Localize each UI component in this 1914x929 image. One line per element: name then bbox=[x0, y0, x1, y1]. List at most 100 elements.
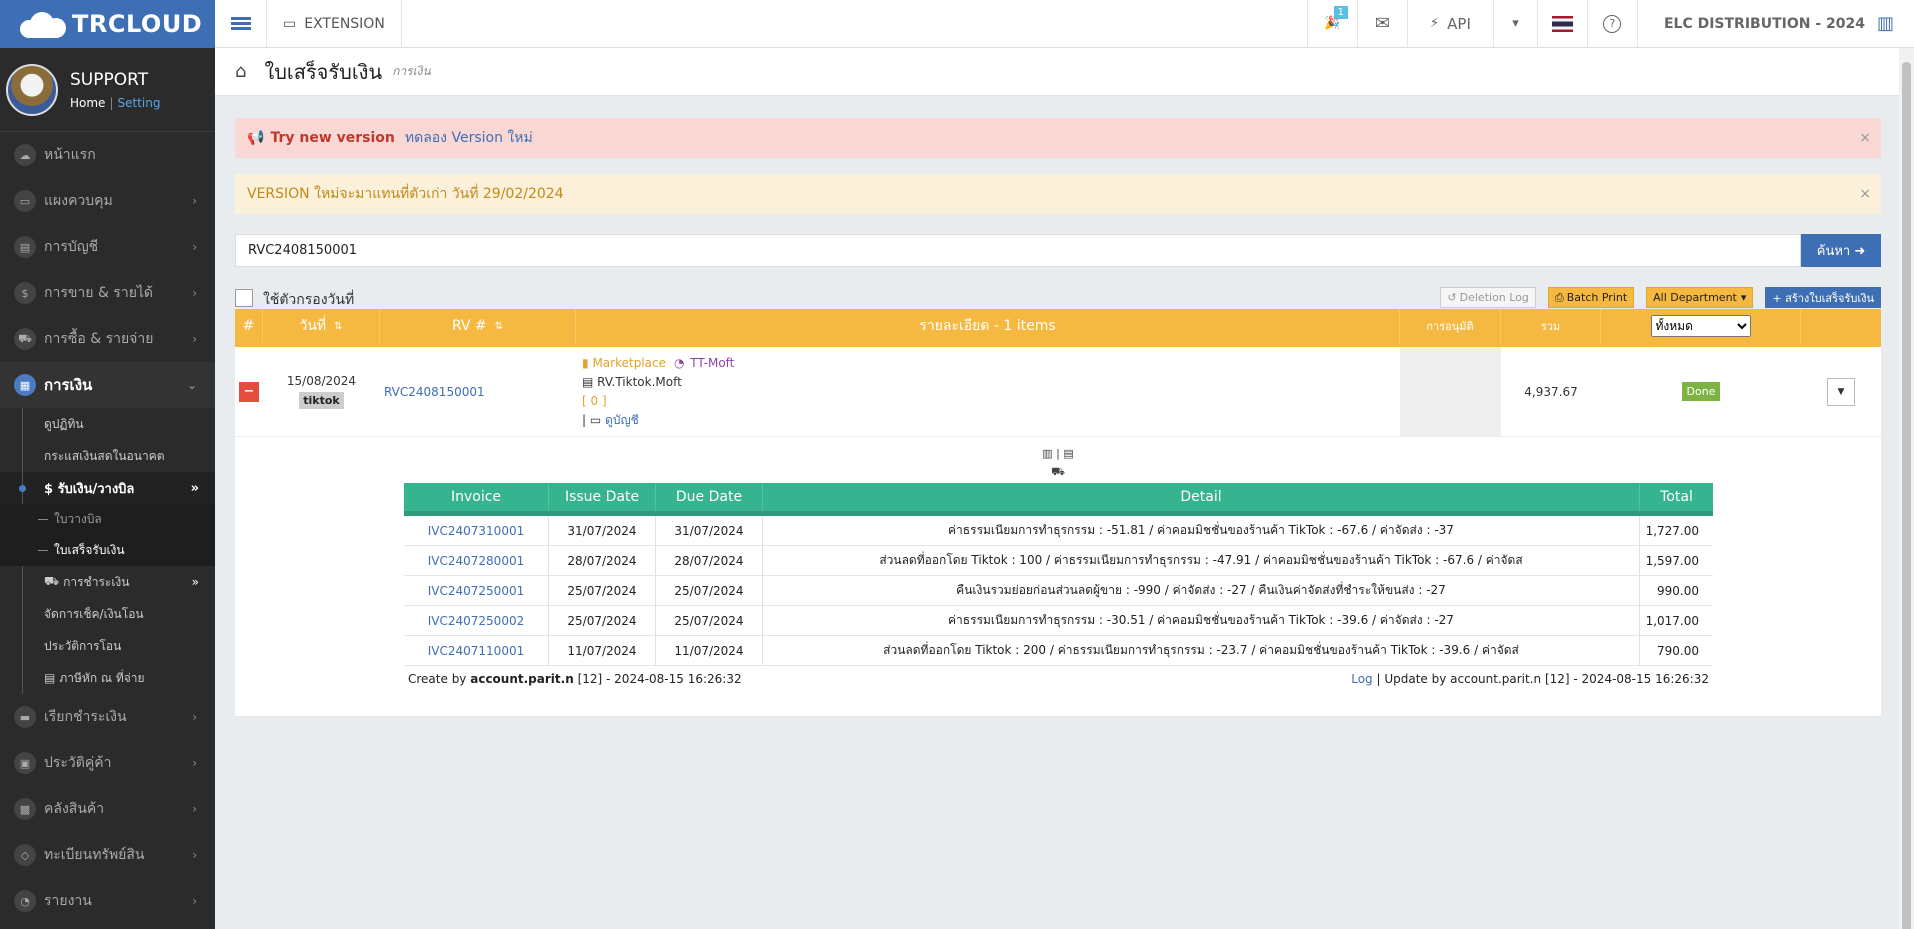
cart-icon: ⛟ bbox=[44, 574, 60, 588]
invoice-link[interactable]: IVC2407250001 bbox=[428, 584, 524, 598]
invoice-link[interactable]: IVC2407280001 bbox=[428, 554, 524, 568]
search-bar: ค้นหา ➜ bbox=[235, 234, 1881, 267]
hamburger-menu-icon[interactable] bbox=[215, 0, 267, 48]
col-filter: ทั้งหมด bbox=[1601, 309, 1801, 343]
vertical-scrollbar[interactable] bbox=[1899, 48, 1914, 929]
col-date[interactable]: วันที่ ⇅ bbox=[263, 309, 380, 343]
sidebar-sub-receive[interactable]: $ รับเงิน/วางบิล » bbox=[0, 472, 215, 504]
sidebar-subsub-label: ใบวางบิล bbox=[54, 512, 102, 526]
col-total: Total bbox=[1660, 489, 1693, 505]
document-icon[interactable]: ▤ bbox=[1063, 447, 1073, 460]
issue-date: 25/07/2024 bbox=[549, 576, 656, 605]
row-actions-cell: ▼ bbox=[1801, 347, 1881, 436]
col-issue-date: Issue Date bbox=[549, 483, 656, 511]
separator: | bbox=[109, 95, 114, 110]
sidebar-item-home[interactable]: ☁ หน้าแรก bbox=[0, 132, 215, 178]
invoice-link[interactable]: IVC2407310001 bbox=[428, 524, 524, 538]
language-button[interactable] bbox=[1536, 0, 1587, 48]
shop-label[interactable]: TT-Moft bbox=[690, 356, 734, 370]
extension-button[interactable]: ▭ EXTENSION bbox=[267, 0, 402, 48]
home-link[interactable]: Home bbox=[70, 96, 105, 110]
sidebar-item-billing[interactable]: ▬ เรียกชำระเงิน › bbox=[0, 694, 215, 740]
sidebar-sub-withholding[interactable]: ▤ ภาษีหัก ณ ที่จ่าย bbox=[0, 662, 215, 694]
deletion-log-label: Deletion Log bbox=[1459, 291, 1529, 304]
sidebar-item-finance[interactable]: ▦ การเงิน ⌄ bbox=[0, 362, 215, 408]
home-icon[interactable]: ⌂ bbox=[235, 61, 246, 82]
view-account-link[interactable]: ดูบัญชี bbox=[605, 413, 639, 427]
col-rv-label: RV # bbox=[451, 318, 487, 334]
date-filter-checkbox[interactable] bbox=[235, 289, 253, 307]
company-selector[interactable]: ELC DISTRIBUTION - 2024 ▥ bbox=[1636, 0, 1914, 48]
update-info: | Update by account.parit.n [12] - 2024-… bbox=[1376, 672, 1709, 686]
search-input[interactable] bbox=[235, 234, 1801, 267]
sidebar-sub-calendar[interactable]: ดูปฏิทิน bbox=[0, 408, 215, 440]
invoice-link[interactable]: IVC2407110001 bbox=[428, 644, 524, 658]
dropdown-button[interactable]: ▾ bbox=[1492, 0, 1537, 48]
diamond-icon: ◇ bbox=[14, 844, 36, 866]
close-icon[interactable]: × bbox=[1859, 186, 1871, 202]
create-user: account.parit.n bbox=[470, 672, 574, 686]
cart-icon: ⛟ bbox=[14, 328, 36, 350]
search-button[interactable]: ค้นหา ➜ bbox=[1801, 234, 1881, 267]
department-dropdown[interactable]: All Department ▾ bbox=[1646, 287, 1754, 308]
sidebar-subsub-receipt[interactable]: ใบเสร็จรับเงิน bbox=[0, 535, 215, 566]
create-receipt-button[interactable]: + สร้างใบเสร็จรับเงิน bbox=[1765, 287, 1881, 308]
row-expanded-detail: ▥ | ▤ ⛟ Invoice Issue Date Due Date Deta… bbox=[235, 437, 1881, 717]
sidebar-item-inventory[interactable]: ▩ คลังสินค้า › bbox=[0, 786, 215, 832]
sidebar-item-label: ประวัติคู่ค้า bbox=[44, 755, 112, 771]
invoice-link[interactable]: IVC2407250002 bbox=[428, 614, 524, 628]
sidebar-sub-transfer-history[interactable]: ประวัติการโอน bbox=[0, 630, 215, 662]
chevron-right-icon: › bbox=[192, 194, 197, 208]
sidebar-item-label: หน้าแรก bbox=[44, 147, 96, 163]
sidebar-item-purchases[interactable]: ⛟ การซื้อ & รายจ่าย › bbox=[0, 316, 215, 362]
invoice-footer: Create by account.parit.n [12] - 2024-08… bbox=[404, 666, 1713, 692]
sidebar-sub-cashflow[interactable]: กระแสเงินสดในอนาคต bbox=[0, 440, 215, 472]
sidebar-item-dashboard[interactable]: ▭ แผงควบคุม › bbox=[0, 178, 215, 224]
status-filter-select[interactable]: ทั้งหมด bbox=[1650, 315, 1751, 337]
row-action-dropdown[interactable]: ▼ bbox=[1827, 377, 1855, 406]
help-button[interactable]: ? bbox=[1586, 0, 1637, 48]
truck-icon[interactable]: ⛟ bbox=[1051, 465, 1065, 478]
sidebar-item-reports[interactable]: ◔ รายงาน › bbox=[0, 878, 215, 924]
issue-date: 25/07/2024 bbox=[549, 606, 656, 635]
marketplace-icon: ▮ bbox=[582, 355, 589, 370]
mail-button[interactable]: ✉ bbox=[1356, 0, 1407, 48]
row-toggle: − bbox=[235, 347, 263, 436]
try-new-version-link[interactable]: ทดลอง Version ใหม่ bbox=[405, 127, 533, 149]
item-count: [ 0 ] bbox=[582, 393, 607, 408]
sidebar-item-accounting[interactable]: ▤ การบัญชี › bbox=[0, 224, 215, 270]
sidebar-sub-payment[interactable]: ⛟ การชำระเงิน » bbox=[0, 566, 215, 598]
col-rv[interactable]: RV # ⇅ bbox=[380, 309, 576, 343]
caret-down-icon: ▼ bbox=[1837, 386, 1845, 397]
collapse-minus-icon[interactable]: − bbox=[239, 381, 259, 402]
logo[interactable]: TRCLOUD bbox=[0, 0, 215, 48]
create-receipt-label: + สร้างใบเสร็จรับเงิน bbox=[1772, 291, 1874, 305]
table-row[interactable]: − 15/08/2024 tiktok RVC2408150001 ▮ Mark… bbox=[235, 347, 1881, 437]
announcement-button[interactable]: 🎉 1 bbox=[1306, 0, 1357, 48]
chevron-right-icon: › bbox=[192, 894, 197, 908]
sidebar-subsub-billing[interactable]: ใบวางบิล bbox=[0, 504, 215, 535]
deletion-log-button[interactable]: ↺ Deletion Log bbox=[1440, 287, 1536, 308]
sidebar-sub-cheque[interactable]: จัดการเช็ค/เงินโอน bbox=[0, 598, 215, 630]
invoice-row: IVC2407310001 31/07/2024 31/07/2024 ค่าธ… bbox=[404, 516, 1713, 546]
chevron-right-icon: › bbox=[192, 848, 197, 862]
barcode-icon[interactable]: ▥ bbox=[1042, 447, 1052, 460]
sidebar-item-contacts[interactable]: ▣ ประวัติคู่ค้า › bbox=[0, 740, 215, 786]
cloud-logo-icon bbox=[20, 10, 66, 38]
close-icon[interactable]: × bbox=[1859, 130, 1871, 146]
api-button[interactable]: ⚡ API bbox=[1406, 0, 1493, 48]
arrow-circle-right-icon: ➜ bbox=[1854, 244, 1866, 259]
due-date: 28/07/2024 bbox=[656, 546, 763, 575]
issue-date: 31/07/2024 bbox=[549, 516, 656, 545]
avatar[interactable] bbox=[6, 63, 58, 116]
batch-print-button[interactable]: ⎙ Batch Print bbox=[1547, 287, 1635, 308]
invoice-total: 1,727.00 bbox=[1645, 523, 1699, 538]
sidebar-item-sales[interactable]: $ การขาย & รายได้ › bbox=[0, 270, 215, 316]
marketplace-label[interactable]: Marketplace bbox=[592, 356, 666, 370]
setting-link[interactable]: Setting bbox=[117, 96, 160, 110]
sidebar-item-label: คลังสินค้า bbox=[44, 801, 105, 817]
date-filter-label: ใช้ตัวกรองวันที่ bbox=[263, 292, 355, 308]
sidebar-item-assets[interactable]: ◇ ทะเบียนทรัพย์สิน › bbox=[0, 832, 215, 878]
rv-link[interactable]: RVC2408150001 bbox=[384, 385, 485, 399]
log-link[interactable]: Log bbox=[1351, 672, 1372, 686]
